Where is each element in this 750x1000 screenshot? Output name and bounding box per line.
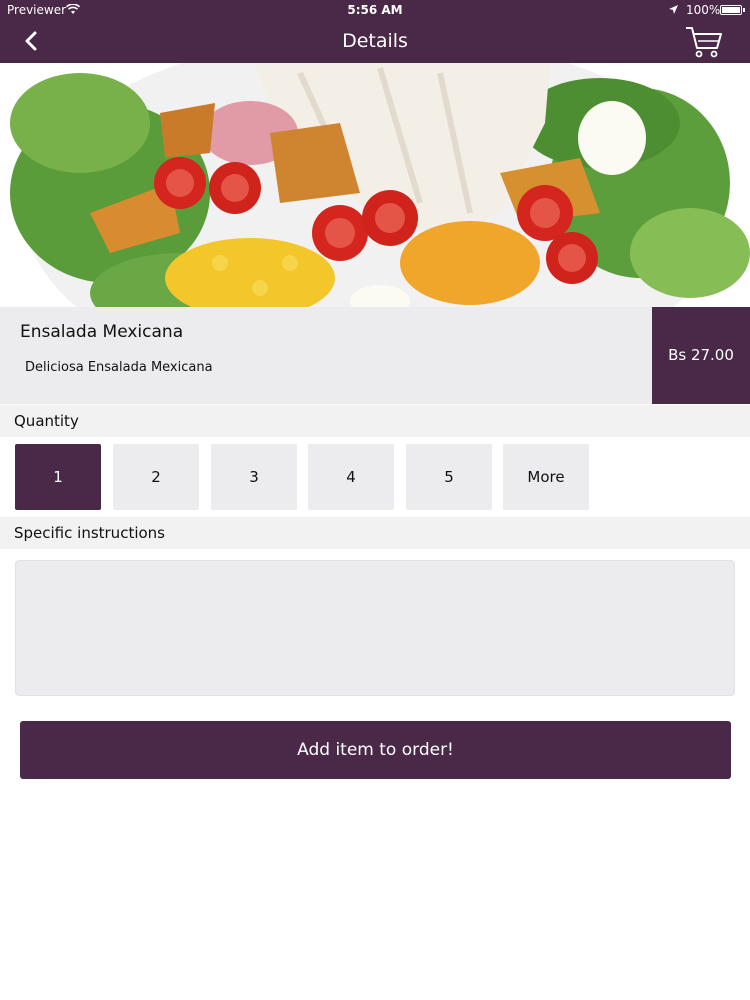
quantity-selector: 1 2 3 4 5 More — [0, 438, 750, 516]
product-image — [0, 63, 750, 307]
product-description: Deliciosa Ensalada Mexicana — [25, 360, 213, 375]
instructions-textarea[interactable] — [15, 560, 735, 696]
quantity-option-2[interactable]: 2 — [113, 444, 199, 510]
quantity-option-5[interactable]: 5 — [406, 444, 492, 510]
product-info-panel: Ensalada Mexicana Deliciosa Ensalada Mex… — [0, 307, 750, 404]
quantity-option-4[interactable]: 4 — [308, 444, 394, 510]
instructions-section-header: Specific instructions — [0, 517, 750, 549]
price-box: Bs 27.00 — [652, 307, 750, 404]
location-arrow-icon — [669, 5, 678, 14]
battery-icon — [720, 5, 742, 15]
quantity-option-1[interactable]: 1 — [15, 444, 101, 510]
battery-percent: 100% — [686, 3, 721, 17]
add-item-button[interactable]: Add item to order! — [20, 721, 731, 779]
status-bar: Previewer 5:56 AM 100% — [0, 0, 750, 20]
quantity-option-3[interactable]: 3 — [211, 444, 297, 510]
clock: 5:56 AM — [347, 3, 403, 17]
product-price: Bs 27.00 — [668, 346, 734, 364]
quantity-section-header: Quantity — [0, 405, 750, 437]
product-name: Ensalada Mexicana — [20, 322, 184, 342]
instructions-label: Specific instructions — [14, 524, 165, 542]
quantity-option-more[interactable]: More — [503, 444, 589, 510]
page-title: Details — [342, 30, 408, 52]
salad-illustration — [0, 63, 750, 307]
shopping-cart-icon[interactable] — [684, 24, 724, 60]
quantity-label: Quantity — [14, 412, 79, 430]
navigation-bar: Details — [0, 20, 750, 63]
battery-tip — [743, 8, 745, 12]
